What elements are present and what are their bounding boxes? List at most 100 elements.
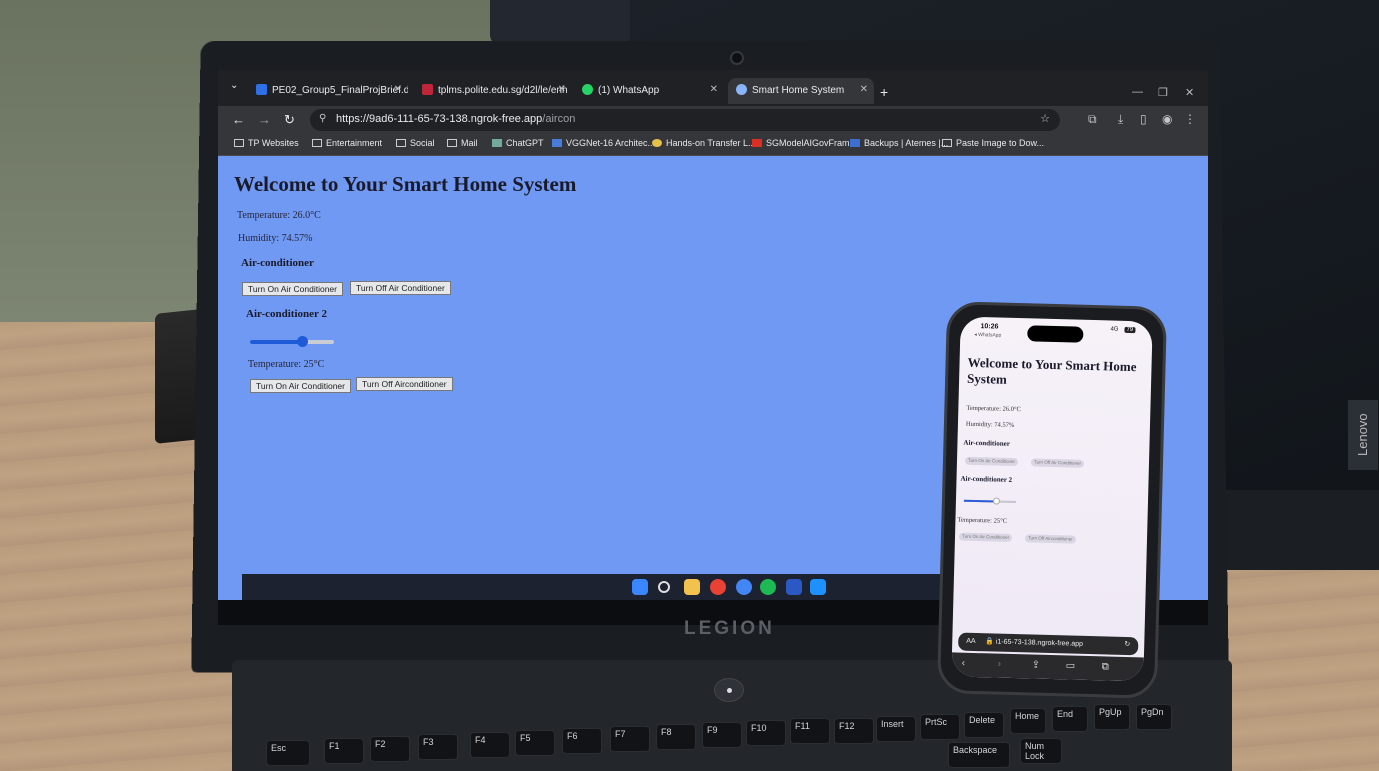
phone-ac2-on-button[interactable]: Turn On Air Conditioner [958, 532, 1013, 542]
share-icon[interactable]: ⇪ [1032, 660, 1041, 671]
bookmark-link[interactable]: SGModelAIGovFram... [752, 138, 857, 148]
reader-aa-button[interactable]: AA [966, 638, 975, 645]
browser-icon[interactable] [736, 579, 752, 595]
key-f4[interactable]: F4 [470, 732, 510, 758]
tab-search-icon[interactable]: ⌄ [230, 80, 238, 91]
key-f9[interactable]: F9 [702, 722, 742, 748]
key-insert[interactable]: Insert [876, 716, 916, 742]
phone-ac1-off-button[interactable]: Turn Off Air Conditioner [1030, 458, 1085, 468]
bookmark-link[interactable]: VGGNet-16 Architec... [552, 138, 655, 148]
bookmark-link[interactable]: Backups | Atemes |... [850, 138, 948, 148]
app-icon[interactable] [786, 579, 802, 595]
file-explorer-icon[interactable] [684, 579, 700, 595]
tab-smart-home[interactable]: Smart Home System ✕ [728, 78, 874, 104]
bookmark-folder[interactable]: Mail [447, 138, 478, 148]
key-delete[interactable]: Delete [964, 712, 1004, 738]
chrome-icon[interactable] [710, 579, 726, 595]
key-f2[interactable]: F2 [370, 736, 410, 762]
tab-tplms[interactable]: tplms.polite.edu.sg/d2l/le/enh ✕ [414, 78, 572, 104]
search-icon[interactable] [658, 581, 670, 593]
ac1-on-button[interactable]: Turn On Air Conditioner [242, 282, 343, 296]
ac2-heading: Air-conditioner 2 [246, 308, 327, 320]
key-f7[interactable]: F7 [610, 726, 650, 752]
power-button[interactable] [714, 678, 744, 702]
key-f10[interactable]: F10 [746, 720, 786, 746]
profile-icon[interactable]: ◉ [1162, 112, 1172, 126]
folder-icon [396, 139, 406, 147]
key-f6[interactable]: F6 [562, 728, 602, 754]
safari-address-bar[interactable]: AA 🔒 i1-65-73-138.ngrok-free.app ↻ [958, 632, 1139, 656]
phone-ac2-off-button[interactable]: Turn Off Airconditioner [1024, 534, 1076, 544]
back-to-app[interactable]: ◂ WhatsApp [974, 332, 1001, 339]
slider-thumb[interactable] [297, 336, 309, 347]
spotify-icon[interactable] [760, 579, 776, 595]
ac2-off-button[interactable]: Turn Off Airconditioner [356, 377, 453, 391]
bookmark-folder[interactable]: TP Websites [234, 138, 299, 148]
sidebar-icon[interactable]: ▯ [1140, 112, 1147, 126]
bookmark-folder[interactable]: Entertainment [312, 138, 382, 148]
key-backspace[interactable]: Backspace [948, 742, 1010, 768]
ac2-on-button[interactable]: Turn On Air Conditioner [250, 379, 351, 393]
key-f3[interactable]: F3 [418, 734, 458, 760]
key-pgup[interactable]: PgUp [1094, 704, 1130, 730]
phone-slider-thumb[interactable] [993, 497, 1001, 505]
phone-temperature: Temperature: 26.0°C [966, 404, 1021, 414]
tab-document[interactable]: PE02_Group5_FinalProjBrief.do ✕ [248, 78, 408, 104]
minimize-icon[interactable]: — [1132, 86, 1143, 98]
temperature-reading: Temperature: 26.0°C [237, 210, 321, 221]
bookmark-link[interactable]: Hands-on Transfer L... [652, 138, 756, 148]
forward-icon[interactable]: › [998, 659, 1002, 670]
key-f12[interactable]: F12 [834, 718, 874, 744]
phone-ac1-on-button[interactable]: Turn On Air Conditioner [964, 456, 1019, 467]
bookmarks-icon[interactable]: ▭ [1066, 660, 1076, 671]
menu-icon[interactable]: ⋮ [1184, 112, 1196, 126]
new-tab-button[interactable]: + [880, 84, 888, 100]
key-end[interactable]: End [1052, 706, 1088, 732]
key-f5[interactable]: F5 [515, 730, 555, 756]
window-close-icon[interactable]: ✕ [1185, 86, 1194, 99]
bookmark-star-icon[interactable]: ☆ [1040, 112, 1050, 125]
key-num-lock[interactable]: Num Lock [1020, 738, 1062, 764]
site-info-icon[interactable]: ⚲ [319, 113, 326, 124]
app-icon[interactable] [810, 579, 826, 595]
windows-start-icon[interactable] [632, 579, 648, 595]
key-home[interactable]: Home [1010, 708, 1046, 734]
chatgpt-icon [492, 139, 502, 147]
phone-ac1-heading: Air-conditioner [963, 438, 1010, 448]
phone-humidity: Humidity: 74.57% [965, 420, 1015, 429]
bookmark-link[interactable]: ChatGPT [492, 138, 544, 148]
key-esc[interactable]: Esc [266, 740, 310, 766]
key-f1[interactable]: F1 [324, 738, 364, 764]
reload-icon[interactable]: ↻ [284, 112, 295, 128]
bookmark-link[interactable]: Paste Image to Dow... [942, 138, 1044, 148]
ac2-temperature-slider[interactable] [250, 336, 334, 347]
back-icon[interactable]: ← [232, 112, 245, 127]
slider-fill [250, 340, 303, 344]
close-icon[interactable]: ✕ [394, 84, 402, 95]
close-icon[interactable]: ✕ [860, 84, 868, 95]
key-f11[interactable]: F11 [790, 718, 830, 744]
maximize-icon[interactable]: ❐ [1158, 86, 1168, 99]
phone-ac2-slider[interactable] [963, 497, 1016, 505]
key-prtsc[interactable]: PrtSc [920, 714, 960, 740]
back-icon[interactable]: ‹ [962, 658, 966, 669]
close-icon[interactable]: ✕ [558, 84, 566, 95]
forward-icon[interactable]: → [258, 112, 271, 127]
key-pgdn[interactable]: PgDn [1136, 704, 1172, 730]
address-bar[interactable]: ⚲ https://9ad6-111-65-73-138.ngrok-free.… [310, 109, 1060, 131]
close-icon[interactable]: ✕ [710, 84, 718, 95]
ac1-off-button[interactable]: Turn Off Air Conditioner [350, 281, 451, 295]
docs-icon [256, 84, 267, 95]
tabs-icon[interactable]: ⧉ [1102, 661, 1109, 672]
tab-whatsapp[interactable]: (1) WhatsApp ✕ [574, 78, 724, 104]
tp-icon [422, 84, 433, 95]
key-f8[interactable]: F8 [656, 724, 696, 750]
folder-icon [447, 139, 457, 147]
keyboard: Esc F1 F2 F3 F4 F5 F6 F7 F8 F9 F10 F11 F… [260, 704, 1220, 771]
extensions-icon[interactable]: ⧉ [1088, 112, 1097, 127]
reload-icon[interactable]: ↻ [1124, 640, 1130, 648]
download-icon[interactable]: ⤓ [1118, 112, 1123, 127]
folder-icon [312, 139, 322, 147]
bookmark-folder[interactable]: Social [396, 138, 435, 148]
smartphone: 10:26 ◂ WhatsApp 4G 79 Welcome to Your S… [936, 301, 1168, 699]
